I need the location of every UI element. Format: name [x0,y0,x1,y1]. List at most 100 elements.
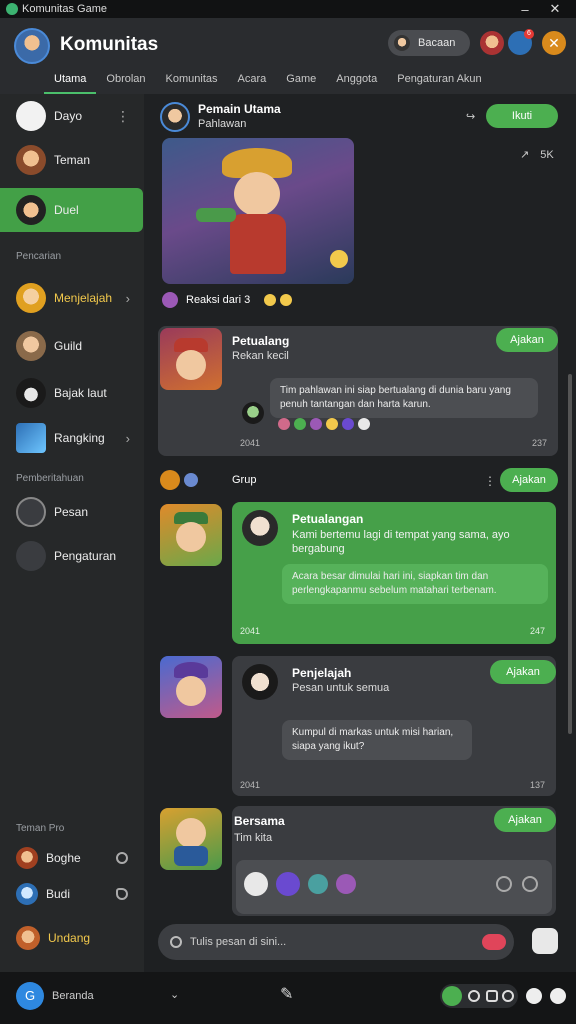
sender-avatar[interactable] [242,664,278,700]
sidebar-section-title: Pemberitahuan [16,473,84,484]
close-circle-icon[interactable]: ✕ [542,31,566,55]
sender-avatar[interactable] [242,402,264,424]
card-title: Bersama [234,814,285,828]
circle-icon[interactable] [496,876,512,892]
online-status-icon[interactable] [442,986,462,1006]
contrast-icon[interactable] [526,988,542,1004]
sidebar-item-messages[interactable]: Pesan [0,490,144,534]
user-avatar-icon [276,872,300,896]
sidebar-item-pirate[interactable]: Bajak laut [0,371,144,415]
friend-avatar-icon[interactable] [480,31,504,55]
emoji-picker-button[interactable] [532,928,558,954]
close-button[interactable]: ✕ [540,1,570,17]
sidebar-item-friend[interactable]: Budi [0,872,144,916]
notification-icon[interactable]: 6 [508,29,534,55]
tab-games[interactable]: Game [276,70,326,94]
tab-home[interactable]: Utama [44,70,97,94]
invite-button[interactable]: Ajakan [490,660,556,684]
message-composer[interactable]: Tulis pesan di sini... [158,924,514,960]
card-subtitle: Kami bertemu lagi di tempat yang sama, a… [292,529,510,555]
window-title: Komunitas Game [22,3,107,15]
user-icon [16,847,38,869]
emoji-icon [358,418,370,430]
timestamp: 247 [530,626,546,636]
timestamp: 237 [532,438,548,448]
sidebar-item-friends[interactable]: Teman [0,138,144,182]
title-bar: Komunitas Game – ✕ [0,0,576,18]
reaction-label: Reaksi dari 3 [186,294,251,306]
message-card: Penjelajah Pesan untuk semua Ajakan Kump… [232,656,556,796]
poster-avatar[interactable] [160,102,190,132]
more-icon[interactable]: ⋮ [116,108,130,125]
minimize-button[interactable]: – [510,2,540,17]
invite-button[interactable]: Ajakan [500,468,558,492]
message-icon [16,497,46,527]
sidebar-item-dayo[interactable]: Dayo ⋮ [0,94,144,138]
sidebar-item-label: Undang [48,931,91,945]
edit-icon[interactable]: ✎ [280,984,293,1004]
card-subtitle: Pesan untuk semua [292,682,390,694]
tab-account-settings[interactable]: Pengaturan Akun [387,70,491,94]
send-button[interactable] [482,934,506,950]
chevron-right-icon: › [125,430,130,446]
card-thumbnail[interactable] [160,656,222,718]
message-card: Petualang Rekan kecil Ajakan Tim pahlawa… [158,326,558,456]
tab-events[interactable]: Acara [228,70,277,94]
card-title: Petualangan [292,512,364,526]
heart-outline-icon[interactable] [116,888,128,900]
notification-badge: 6 [524,29,534,39]
card-thumbnail[interactable] [160,328,222,390]
emoji-row [264,294,292,306]
invite-icon [16,926,40,950]
tab-members[interactable]: Anggota [326,70,387,94]
status-controls[interactable] [440,984,518,1008]
sidebar-item-label: Rangking [54,431,105,445]
follow-button[interactable]: Ikuti [486,104,558,128]
invite-button[interactable]: Ajakan [494,808,556,832]
profile-avatar[interactable] [14,28,50,64]
composer-placeholder: Tulis pesan di sini... [190,936,287,948]
profile-icon[interactable] [550,988,566,1004]
sidebar-item-settings[interactable]: Pengaturan [0,534,144,578]
share-arrow-icon[interactable]: ↗ [520,149,529,161]
more-icon[interactable]: ⋮ [484,474,496,488]
sidebar-item-guild[interactable]: Guild [0,324,144,368]
sidebar-item-duel[interactable]: Duel [0,188,143,232]
card-thumbnail[interactable] [160,504,222,566]
card-thumbnail[interactable] [160,808,222,870]
emoji-icon [342,418,354,430]
post-image[interactable] [162,138,354,284]
share-icon[interactable]: ↪ [466,110,475,123]
chevron-down-icon[interactable]: ⌄ [170,988,179,1001]
sidebar-item-invite[interactable]: Undang [0,916,144,960]
group-label: Grup [232,474,257,486]
friends-icon [16,145,46,175]
home-app-icon[interactable]: G [16,982,44,1010]
emoji-icon [326,418,338,430]
tab-chat[interactable]: Obrolan [96,70,155,94]
feed-scrollbar[interactable] [568,374,572,734]
circle-icon[interactable] [468,990,480,1002]
explore-icon [16,283,46,313]
sidebar-item-label: Pesan [54,505,89,519]
emoji-icon [264,294,276,306]
sender-avatar[interactable] [242,510,278,546]
reaction-row[interactable] [162,292,178,308]
timestamp: 137 [530,780,546,790]
sidebar-item-explore[interactable]: Menjelajah › [0,276,144,320]
square-icon[interactable] [486,990,498,1002]
sidebar-item-label: Dayo [54,109,83,123]
profile-pill-button[interactable]: Bacaan [388,30,470,56]
circle-icon[interactable] [522,876,538,892]
sidebar-item-label: Duel [54,203,79,217]
poster-name: Pemain Utama [198,102,281,116]
invite-button[interactable]: Ajakan [496,328,558,352]
app-name: Komunitas [60,34,159,55]
sidebar-item-rank[interactable]: Rangking › [0,416,144,460]
circle-icon[interactable] [502,990,514,1002]
tab-community[interactable]: Komunitas [156,70,228,94]
main-tabs: Utama Obrolan Komunitas Acara Game Anggo… [0,70,576,94]
message-card-highlighted: Petualangan Kami bertemu lagi di tempat … [232,502,556,644]
user-avatar-icon [244,872,268,896]
status-circle-icon[interactable] [116,852,128,864]
